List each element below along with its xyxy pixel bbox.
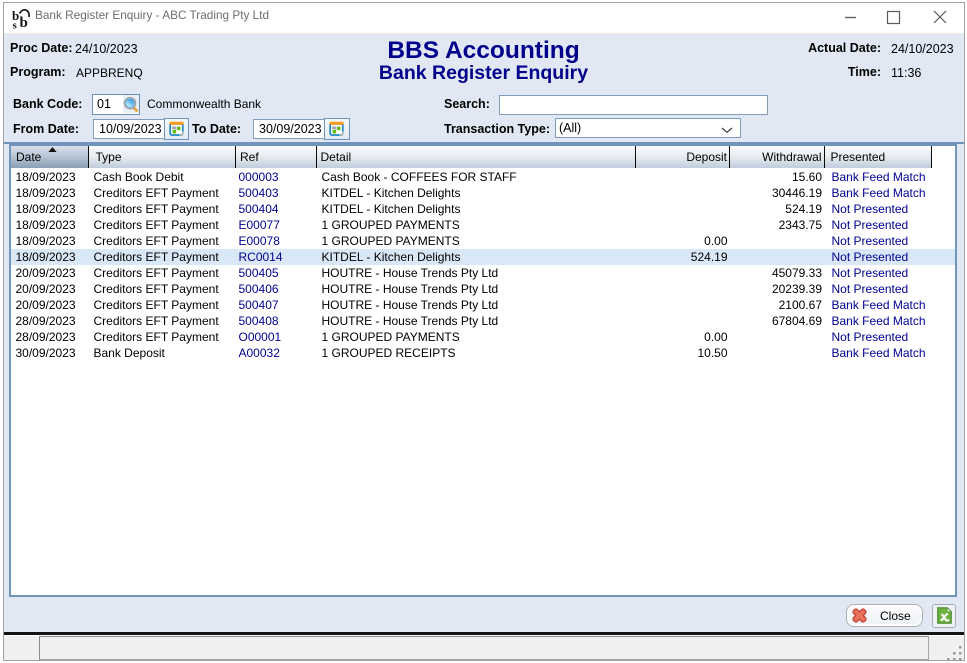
svg-text:b: b xyxy=(20,15,28,29)
svg-text:s: s xyxy=(13,20,18,30)
